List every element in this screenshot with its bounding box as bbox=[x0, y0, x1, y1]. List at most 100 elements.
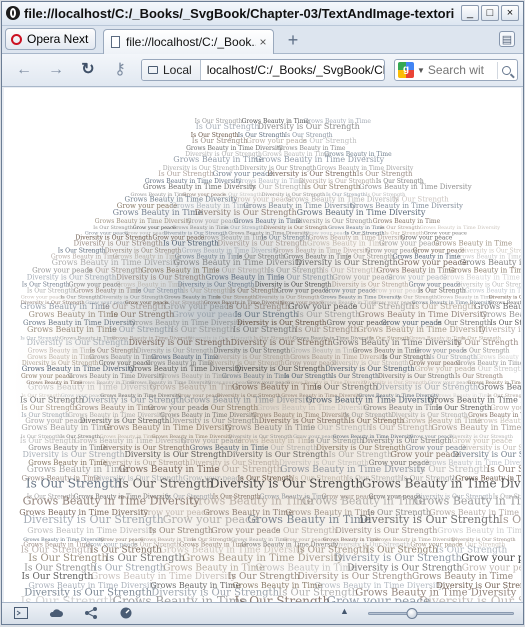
close-button[interactable]: × bbox=[501, 5, 519, 21]
search-input[interactable] bbox=[427, 63, 486, 77]
text-stroke: Grows Beauty in Time Diversity bbox=[184, 395, 313, 404]
text-stroke: Grow your peace bbox=[379, 240, 439, 248]
text-stroke: Is Our Strength bbox=[109, 325, 173, 334]
page-viewport[interactable]: Is Our Strength Grows Beauty in Time Grows… bbox=[4, 88, 521, 602]
search-button[interactable] bbox=[497, 61, 515, 79]
text-stroke: Grow your peace bbox=[21, 373, 73, 380]
text-stroke: Diversity is Our Strength bbox=[74, 240, 164, 248]
text-stroke: Grows Beauty in Time bbox=[414, 495, 521, 508]
text-stroke: Grows Beauty in Time bbox=[434, 240, 513, 248]
text-stroke: Grows Beauty in Time bbox=[247, 513, 371, 526]
site-badge[interactable]: Local bbox=[142, 60, 201, 80]
tab-active[interactable]: file://localhost/C:/_Book... × bbox=[103, 29, 274, 54]
text-stroke: Grows Beauty in Time bbox=[27, 465, 128, 475]
text-stroke: Grows Beauty in Time Diversity bbox=[103, 423, 232, 432]
text-stroke: Grows Beauty in Time bbox=[441, 274, 520, 282]
text-stroke: Is Our Strength bbox=[233, 325, 297, 334]
search-box[interactable]: g ▼ bbox=[394, 59, 518, 81]
new-tab-button[interactable]: + bbox=[284, 31, 302, 49]
text-stroke: Diversity is Our Strength bbox=[27, 338, 129, 347]
address-input[interactable]: localhost/C:/_Books/_SvgBook/Chap bbox=[201, 63, 384, 77]
text-stroke: Grows Beauty in Time bbox=[74, 288, 142, 295]
text-stroke: Grows Beauty in Time Diversity bbox=[174, 258, 303, 267]
text-stroke: Is Our Strength bbox=[149, 526, 213, 535]
panel-toggle-icon[interactable] bbox=[14, 607, 28, 619]
text-stroke: Grow your peace bbox=[327, 594, 431, 602]
text-stroke: Grow your peace bbox=[398, 258, 467, 267]
text-stroke: Grows Beauty in Time bbox=[364, 404, 443, 412]
text-stroke: Grows Beauty in Time Diversity bbox=[182, 553, 343, 564]
text-stroke: Is Our Strength bbox=[20, 395, 84, 404]
search-icon bbox=[502, 65, 511, 75]
text-stroke: Grows Beauty in Time bbox=[206, 274, 285, 282]
text-stroke: Diversity is Our Strength bbox=[125, 450, 227, 459]
text-stroke: Is Our Strength bbox=[105, 553, 185, 564]
text-stroke: Grows Beauty in Time bbox=[21, 423, 111, 432]
text-stroke: Is Our Strength bbox=[297, 310, 361, 319]
text-stroke: Is Our Strength bbox=[455, 338, 519, 347]
text-stroke: Is Our Strength bbox=[196, 122, 260, 131]
text-stroke: Is Our Strength bbox=[418, 288, 466, 295]
text-stroke: Diversity is Our Strength bbox=[231, 338, 333, 347]
text-stroke: Grows Beauty in Time Diversity bbox=[478, 382, 521, 391]
text-stroke: Grow your peace bbox=[371, 288, 423, 295]
text-stroke: Diversity is Our Strength bbox=[195, 208, 297, 217]
text-stroke: Is Our Strength bbox=[331, 373, 379, 380]
google-search-engine-icon[interactable]: g bbox=[398, 62, 414, 78]
text-stroke: Diversity is Our Strength bbox=[376, 382, 478, 391]
opera-app-icon bbox=[6, 6, 20, 20]
text-stroke: Grows Beauty in Time bbox=[27, 325, 117, 334]
text-stroke: Is Our Strength bbox=[118, 476, 214, 490]
unite-share-icon[interactable] bbox=[84, 607, 98, 619]
text-stroke: Grows Beauty in Time bbox=[373, 218, 441, 225]
zoom-slider-handle[interactable] bbox=[406, 608, 418, 619]
text-stroke: Diversity is Our Strength bbox=[227, 450, 329, 459]
text-stroke: Is Our Strength bbox=[284, 373, 332, 380]
opera-menu-button[interactable]: Opera Next bbox=[5, 28, 96, 50]
text-stroke: Grows Beauty in Time bbox=[76, 404, 155, 412]
reload-button[interactable]: ↻ bbox=[79, 61, 97, 79]
text-stroke: Diversity is Our Strength bbox=[296, 218, 373, 225]
closed-tabs-trash-icon[interactable]: ▤ bbox=[499, 31, 515, 47]
text-stroke: Is Our Strength bbox=[329, 450, 393, 459]
turbo-speedometer-icon[interactable] bbox=[119, 607, 133, 619]
text-stroke: Grow your peace bbox=[163, 513, 258, 526]
maximize-button[interactable]: □ bbox=[481, 5, 499, 21]
textorizer-image: Is Our Strength Grows Beauty in TimeGrows… bbox=[4, 88, 521, 602]
zoom-slider[interactable] bbox=[368, 608, 514, 619]
address-bar[interactable]: Local localhost/C:/_Books/_SvgBook/Chap bbox=[141, 59, 385, 81]
back-button[interactable]: ← bbox=[15, 61, 33, 79]
text-stroke: Grows Beauty in Time Diversity bbox=[306, 395, 435, 404]
text-stroke: Diversity is Our Strength bbox=[378, 373, 455, 380]
text-stroke: Is Our Strength bbox=[357, 170, 413, 178]
text-stroke: Diversity is Our Strength bbox=[335, 526, 437, 535]
text-stroke: Grows Beauty in Time bbox=[190, 495, 314, 508]
text-stroke: Grows Beauty in Time Diversity bbox=[27, 526, 156, 535]
text-stroke: Grow your peace bbox=[391, 450, 460, 459]
text-stroke: Diversity is Our Strength bbox=[236, 365, 326, 373]
navigation-toolbar: ← → ↻ ⚷ Local localhost/C:/_Books/_SvgBo… bbox=[2, 54, 523, 87]
search-engine-dropdown-icon[interactable]: ▼ bbox=[417, 66, 425, 75]
minimize-button[interactable]: _ bbox=[461, 5, 479, 21]
text-stroke: Grows Beauty in Time Diversity bbox=[333, 338, 462, 347]
text-stroke: Is Our Strength bbox=[158, 170, 214, 178]
text-stroke: Is Our Strength bbox=[278, 274, 334, 282]
zoom-menu-icon[interactable]: ▲ bbox=[340, 606, 349, 616]
text-stroke: Is Our Strength bbox=[202, 404, 258, 412]
text-stroke: Is Our Strength bbox=[314, 382, 378, 391]
status-bar: ▲ bbox=[2, 602, 523, 624]
site-badge-label: Local bbox=[163, 63, 192, 77]
cloud-sync-icon[interactable] bbox=[49, 607, 63, 619]
key-icon[interactable]: ⚷ bbox=[111, 61, 129, 79]
forward-button[interactable]: → bbox=[47, 61, 65, 79]
text-stroke: Diversity is Our Strength bbox=[82, 395, 184, 404]
text-stroke: Is Our Strength bbox=[171, 325, 235, 334]
text-stroke: Grows Beauty in Time Diversity bbox=[428, 395, 521, 404]
opera-menu-label: Opera Next bbox=[27, 32, 89, 46]
text-stroke: Grow your peace bbox=[461, 553, 521, 564]
tab-close-icon[interactable]: × bbox=[256, 35, 270, 49]
tab-title: file://localhost/C:/_Book... bbox=[126, 35, 256, 49]
text-stroke: Grow your peace bbox=[277, 288, 329, 295]
title-bar[interactable]: file://localhost/C:/_Books/_SvgBook/Chap… bbox=[2, 2, 523, 26]
text-stroke: Grow your peace bbox=[332, 274, 392, 282]
